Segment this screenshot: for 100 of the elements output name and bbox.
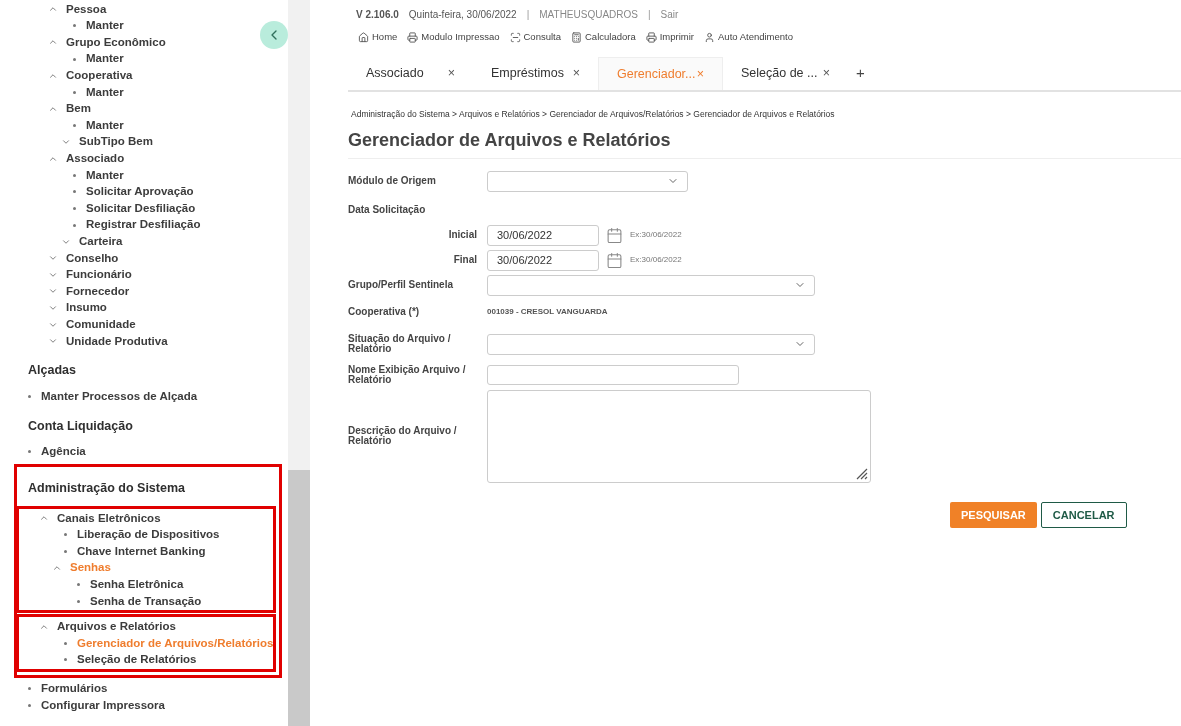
bullet-icon	[73, 123, 76, 127]
toolbar-button[interactable]: Modulo Impressao	[407, 29, 500, 45]
separator: |	[526, 7, 530, 22]
menu-item[interactable]: Liberação de Dispositivos	[77, 526, 220, 544]
section-title: Conta Liquidação	[28, 417, 134, 435]
tab[interactable]: Seleção de ... ×	[723, 57, 848, 90]
field-label: Nome Exibição Arquivo / Relatório	[348, 363, 466, 385]
bullet-icon	[77, 583, 80, 587]
dropdown[interactable]	[487, 274, 815, 296]
menu-item[interactable]: Manter	[86, 50, 124, 68]
menu-group[interactable]: Conselho	[66, 249, 119, 267]
menu-item[interactable]: Solicitar Desfiliação	[86, 199, 196, 218]
bullet-icon	[28, 395, 31, 398]
name-field[interactable]	[487, 364, 739, 385]
toolbar-button[interactable]: Home	[358, 29, 398, 45]
toolbar-button[interactable]: Auto Atendimento	[704, 29, 793, 45]
bullet-icon	[73, 190, 76, 194]
toolbar-button[interactable]: Calculadora	[571, 29, 636, 45]
cancel-button[interactable]: CANCELAR	[1040, 501, 1127, 528]
menu-group[interactable]: Canais Eletrônicos	[57, 509, 161, 527]
menu-item[interactable]: Manter Processos de Alçada	[41, 387, 198, 406]
bullet-icon	[64, 641, 67, 645]
menu-group[interactable]: Cooperativa	[66, 67, 133, 85]
menu-group[interactable]: Associado	[66, 150, 125, 168]
user-name: MATHEUSQUADROS	[539, 7, 638, 22]
dropdown[interactable]	[487, 170, 688, 192]
date-field[interactable]: 30/06/2022	[487, 249, 599, 271]
menu-item[interactable]: Senha de Transação	[90, 592, 202, 610]
bullet-icon	[73, 206, 76, 210]
field-label: Data Solicitação	[348, 203, 426, 215]
menu-item[interactable]: Manter	[86, 116, 124, 135]
menu-item[interactable]: Solicitar Aprovação	[86, 183, 194, 201]
separator: |	[648, 7, 651, 22]
date-field[interactable]: 30/06/2022	[487, 224, 599, 246]
bullet-icon	[64, 533, 67, 537]
menu-item[interactable]: Configurar Impressora	[41, 696, 165, 714]
breadcrumb: Administração do Sistema > Arquivos e Relatórios > Gerenciador de Arquivos/Relatórios > Gerenciador de Arquivos e Relatórios	[351, 108, 836, 121]
menu-group[interactable]: Unidade Produtiva	[66, 332, 168, 350]
cooperative-value: 001039 - CRESOL VANGUARDA	[487, 305, 608, 318]
bullet-icon	[73, 223, 76, 227]
field-label: Inicial	[448, 229, 477, 241]
menu-item[interactable]: Manter	[86, 17, 124, 35]
menu-item[interactable]: Chave Internet Banking	[77, 542, 206, 560]
add-tab-button[interactable]: +	[848, 57, 873, 90]
section-title: Alçadas	[28, 362, 77, 380]
calendar-icon[interactable]	[606, 251, 623, 269]
bullet-icon	[73, 173, 76, 177]
printer-icon	[407, 31, 419, 43]
menu-group[interactable]: Carteira	[79, 233, 123, 251]
date-hint: Ex:30/06/2022	[630, 229, 682, 242]
calculator-icon	[571, 31, 582, 43]
version-label: V 2.106.0	[356, 7, 399, 22]
field-label: Descrição do Arquivo / Relatório	[348, 425, 457, 447]
field-label: Grupo/Perfil Sentinela	[348, 279, 454, 291]
home-icon	[358, 31, 369, 43]
field-label: Módulo de Origem	[348, 175, 436, 187]
logout-link[interactable]: Sair	[660, 6, 679, 22]
toolbar-button[interactable]: Consulta	[509, 29, 561, 45]
close-tab-button[interactable]: ×	[572, 64, 580, 83]
menu-group[interactable]: Funcionário	[66, 266, 132, 284]
bullet-icon	[73, 90, 76, 94]
close-tab-button[interactable]: ×	[447, 64, 455, 83]
bullet-icon	[64, 549, 67, 553]
calendar-icon[interactable]	[606, 226, 623, 244]
dropdown[interactable]	[487, 333, 815, 355]
scan-icon	[509, 31, 521, 43]
description-field[interactable]	[487, 389, 871, 483]
menu-group[interactable]: Pessoa	[66, 0, 107, 18]
toolbar-button[interactable]: Imprimir	[645, 29, 694, 45]
menu-group[interactable]: Bem	[66, 100, 91, 118]
bullet-icon	[73, 57, 76, 61]
menu-item[interactable]: Seleção de Relatórios	[77, 651, 197, 669]
field-label: Cooperativa (*)	[348, 305, 420, 317]
field-label: Final	[453, 254, 477, 266]
tab[interactable]: Associado ×	[348, 57, 473, 90]
menu-item[interactable]: Agência	[41, 443, 86, 461]
close-tab-button[interactable]: ×	[822, 64, 830, 83]
tab[interactable]: Empréstimos ×	[473, 57, 598, 90]
bullet-icon	[64, 658, 67, 662]
menu-group[interactable]: SubTipo Bem	[79, 133, 153, 151]
field-label: Situação do Arquivo / Relatório	[348, 333, 451, 355]
section-title: Administração do Sistema	[28, 480, 186, 498]
menu-group[interactable]: Grupo Econômico	[66, 33, 166, 52]
bullet-icon	[73, 24, 76, 28]
user-icon	[704, 31, 715, 43]
bullet-icon	[77, 599, 80, 603]
menu-group[interactable]: Arquivos e Relatórios	[57, 618, 176, 636]
menu-group[interactable]: Insumo	[66, 299, 107, 317]
date-hint: Ex:30/06/2022	[630, 254, 682, 267]
menu-item[interactable]: Formulários	[41, 679, 108, 698]
menu-group[interactable]: Comunidade	[66, 315, 136, 334]
caret-down-icon	[48, 303, 58, 313]
menu-item[interactable]: Senha Eletrônica	[90, 575, 184, 594]
menu-item[interactable]: Manter	[86, 83, 124, 101]
menu-item[interactable]: Registrar Desfiliação	[86, 216, 201, 234]
menu-group[interactable]: Fornecedor	[66, 282, 130, 300]
scrollbar-thumb[interactable]	[288, 470, 310, 726]
bullet-icon	[28, 703, 31, 707]
menu-item[interactable]: Manter	[86, 166, 124, 184]
date-label: Quinta-feira, 30/06/2022	[408, 7, 517, 22]
